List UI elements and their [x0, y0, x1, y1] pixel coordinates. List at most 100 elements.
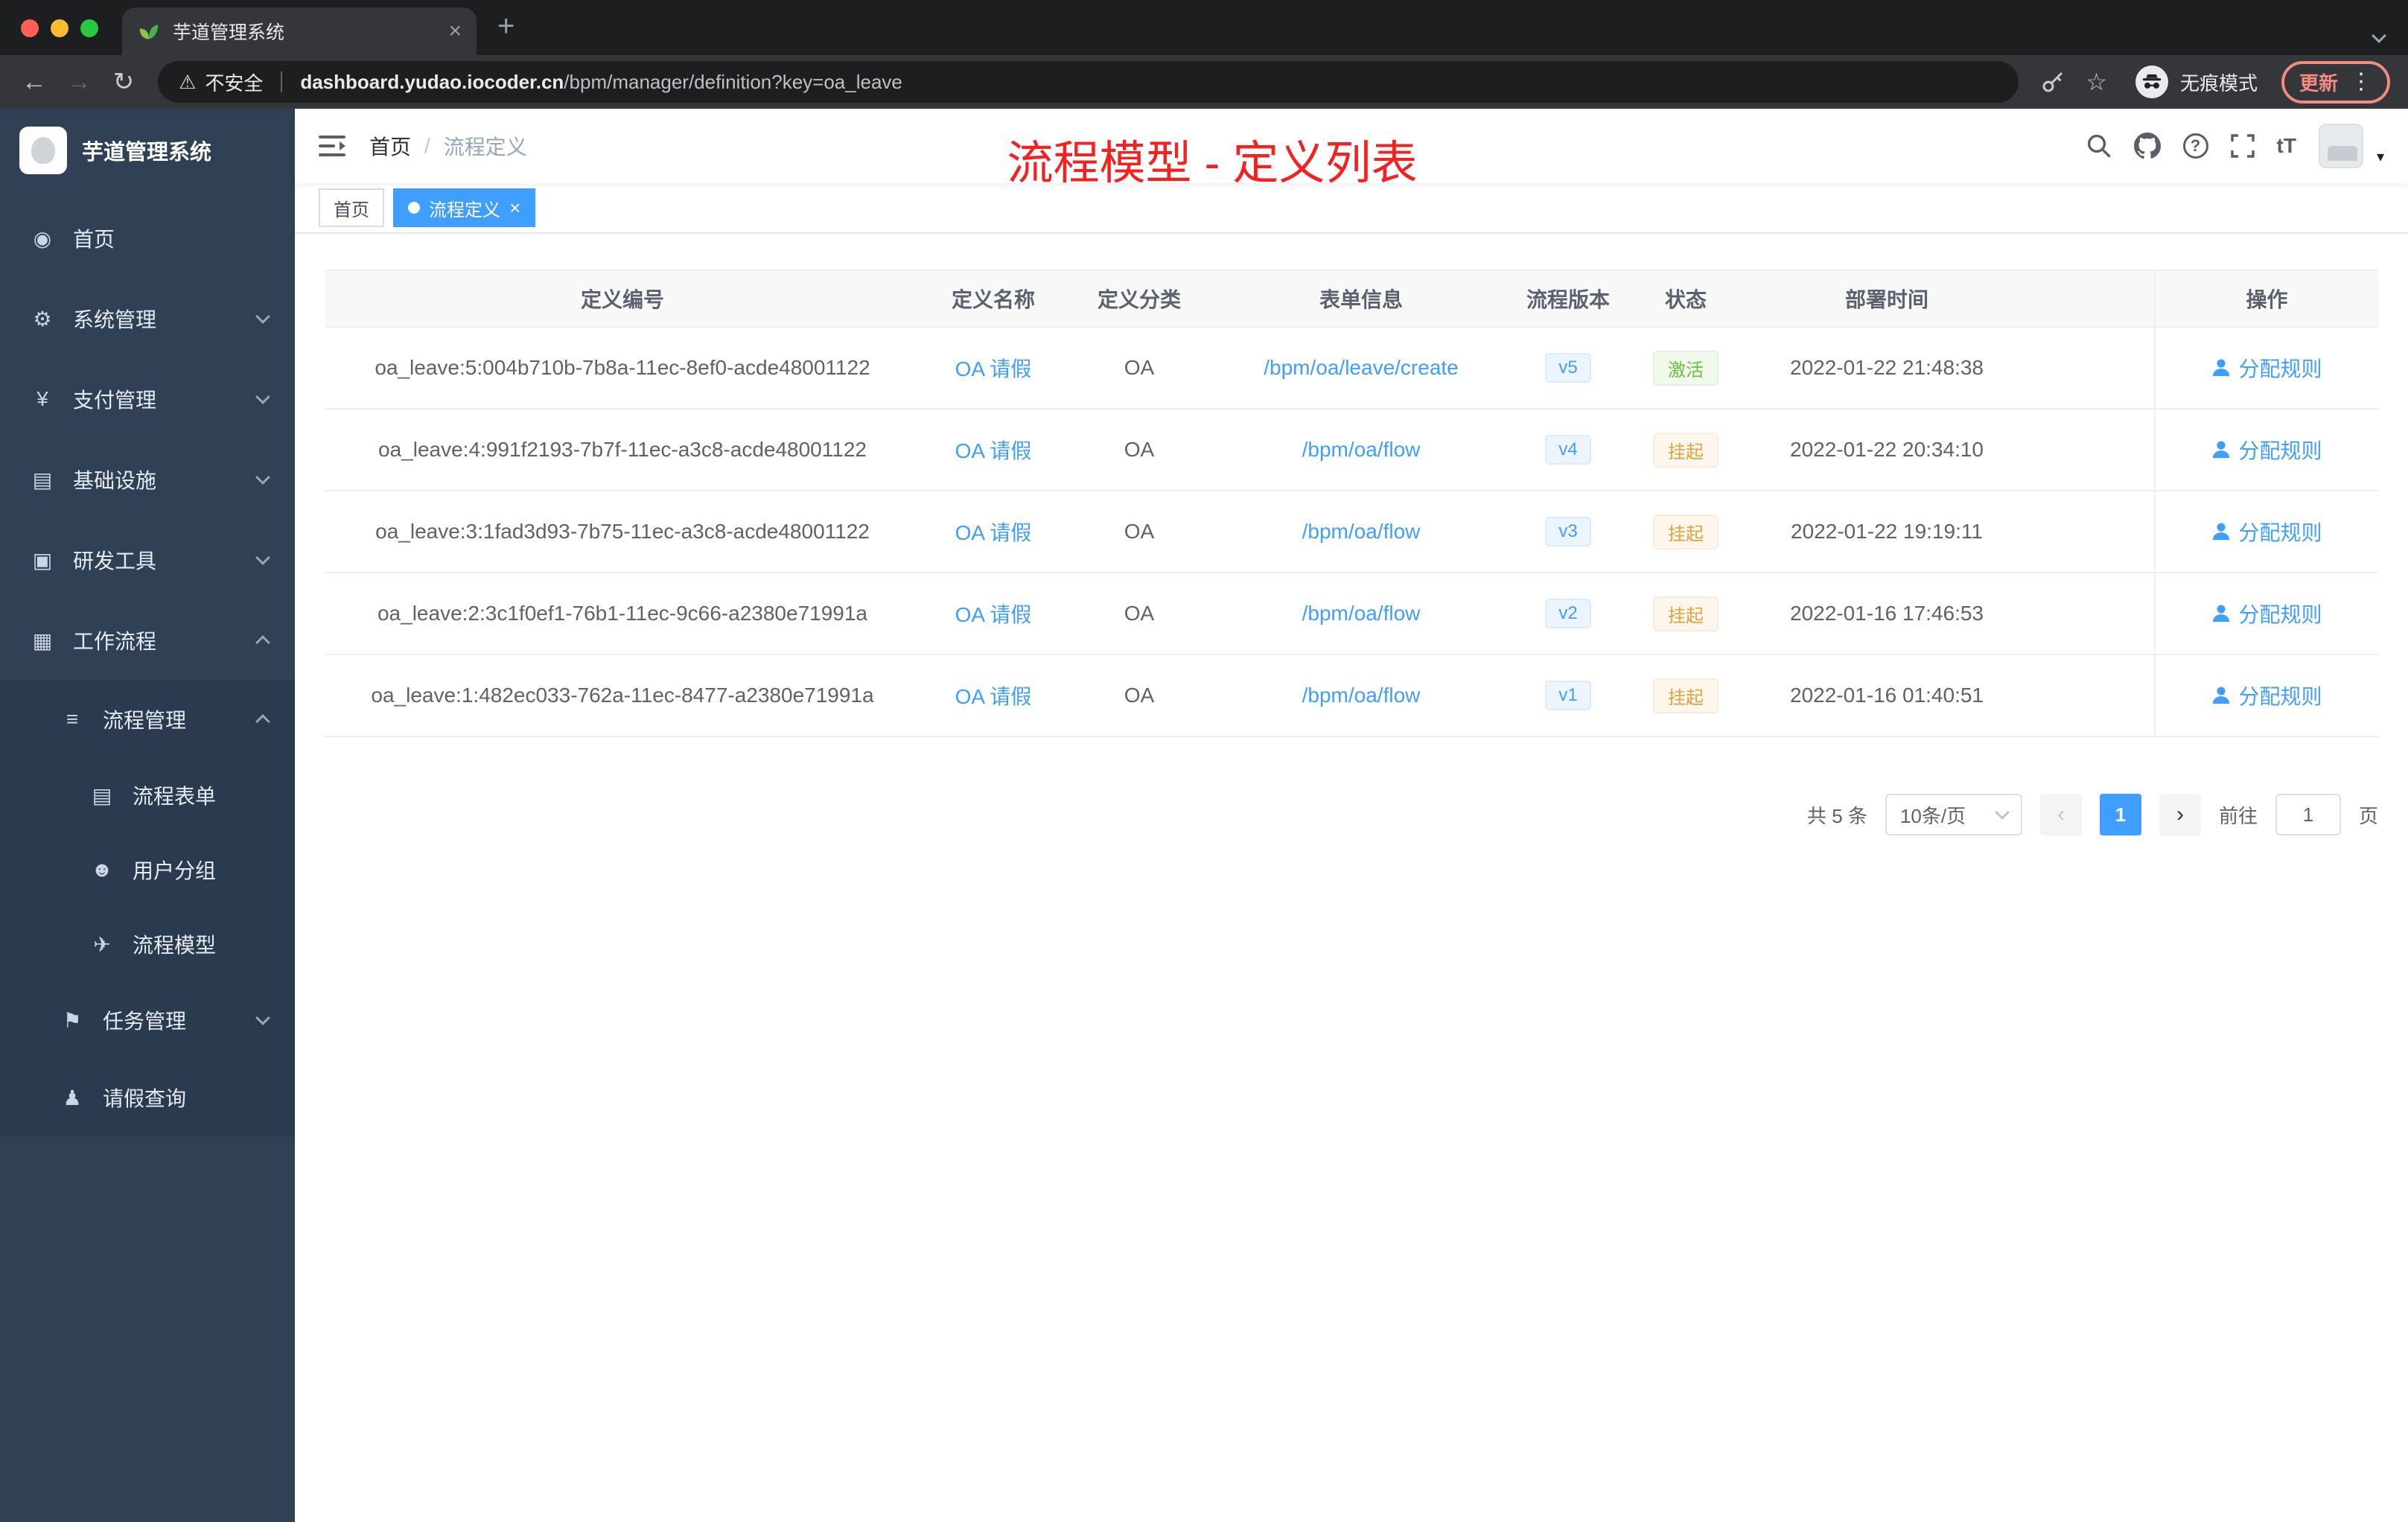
- tag-close-icon[interactable]: ×: [509, 198, 520, 217]
- definition-category-cell: OA: [1066, 573, 1212, 655]
- form-link[interactable]: /bpm/oa/leave/create: [1264, 356, 1459, 379]
- form-link[interactable]: /bpm/oa/flow: [1302, 438, 1421, 461]
- app-logo[interactable]: 芋道管理系统: [0, 109, 295, 192]
- user-icon: [2213, 687, 2230, 704]
- prev-page-button[interactable]: ‹: [2039, 794, 2082, 835]
- col-form-info: 表单信息: [1212, 270, 1510, 328]
- breadcrumb-current: 流程定义: [443, 136, 527, 159]
- chevron-icon: [255, 550, 270, 565]
- sidebar-menu: ◉ 首页 ⚙ 系统管理 ¥ 支付管理 ▤ 基础设施 ▣ 研发工具 ▦ 工作流程 …: [0, 192, 295, 1136]
- version-tag: v1: [1545, 681, 1591, 710]
- forward-icon[interactable]: →: [57, 61, 101, 103]
- definition-id-cell: oa_leave:1:482ec033-762a-11ec-8477-a2380…: [325, 655, 920, 737]
- definition-name-link[interactable]: OA 请假: [955, 603, 1032, 626]
- bookmark-star-icon[interactable]: ☆: [2086, 68, 2107, 96]
- browser-tab[interactable]: 芋道管理系统 ×: [122, 7, 477, 55]
- sidebar-item-process-form[interactable]: ▤ 流程表单: [0, 758, 295, 832]
- goto-label: 前往: [2218, 804, 2258, 827]
- chevron-icon: [255, 714, 270, 729]
- sidebar-item-system[interactable]: ⚙ 系统管理: [0, 278, 295, 359]
- sidebar-item-home[interactable]: ◉ 首页: [0, 198, 295, 278]
- current-page-button[interactable]: 1: [2099, 794, 2141, 835]
- status-badge: 挂起: [1653, 678, 1719, 713]
- deploy-time-cell: 2022-01-16 01:40:51: [1745, 655, 2028, 737]
- definition-name-link[interactable]: OA 请假: [955, 439, 1032, 462]
- sidebar-item-devtools[interactable]: ▣ 研发工具: [0, 520, 295, 600]
- address-bar[interactable]: ⚠ 不安全 dashboard.yudao.iocoder.cn/bpm/man…: [158, 61, 2019, 103]
- definition-id-cell: oa_leave:5:004b710b-7b8a-11ec-8ef0-acde4…: [325, 327, 920, 410]
- next-page-button[interactable]: ›: [2159, 794, 2201, 835]
- incognito-icon: [2135, 66, 2168, 98]
- sidebar-collapse-icon[interactable]: [319, 135, 345, 157]
- form-link[interactable]: /bpm/oa/flow: [1302, 602, 1421, 625]
- deploy-time-cell: 2022-01-22 21:48:38: [1745, 327, 2028, 410]
- definition-name-cell: OA 请假: [920, 655, 1066, 737]
- sidebar-item-leave-query[interactable]: ♟ 请假查询: [0, 1059, 295, 1136]
- github-icon[interactable]: [2133, 133, 2161, 159]
- reload-icon[interactable]: ↻: [101, 61, 146, 103]
- col-actions: 操作: [2154, 270, 2378, 328]
- sidebar-item-task-manage[interactable]: ⚑ 任务管理: [0, 981, 295, 1059]
- close-window-button[interactable]: [21, 19, 39, 37]
- back-icon[interactable]: ←: [12, 61, 57, 103]
- tag-home[interactable]: 首页: [319, 188, 384, 227]
- sidebar-item-process-model[interactable]: ✈ 流程模型: [0, 907, 295, 981]
- pagination-total: 共 5 条: [1807, 804, 1867, 827]
- goto-page-input[interactable]: [2275, 794, 2341, 835]
- sidebar-item-user-group[interactable]: ☻ 用户分组: [0, 832, 295, 907]
- assign-rule-link[interactable]: 分配规则: [2211, 599, 2322, 628]
- definition-name-link[interactable]: OA 请假: [955, 685, 1032, 708]
- leave-query-icon: ♟: [63, 1086, 82, 1109]
- zoom-window-button[interactable]: [80, 19, 98, 37]
- filler-cell: [2028, 491, 2155, 573]
- assign-rule-link[interactable]: 分配规则: [2211, 517, 2322, 547]
- assign-rule-link[interactable]: 分配规则: [2211, 435, 2322, 465]
- model-icon: ✈: [93, 932, 111, 956]
- definition-table: 定义编号 定义名称 定义分类 表单信息 流程版本 状态 部署时间 操作 oa_l…: [325, 270, 2378, 737]
- definition-name-link[interactable]: OA 请假: [955, 357, 1032, 380]
- breadcrumb-home[interactable]: 首页: [369, 131, 411, 161]
- help-icon[interactable]: ?: [2182, 133, 2208, 159]
- sidebar-item-workflow[interactable]: ▦ 工作流程: [0, 600, 295, 681]
- incognito-badge[interactable]: 无痕模式: [2135, 66, 2258, 98]
- browser-menu-kebab-icon[interactable]: ⋮: [2350, 71, 2372, 93]
- fullscreen-icon[interactable]: [2230, 134, 2255, 158]
- password-key-icon[interactable]: [2041, 70, 2065, 94]
- assign-rule-link[interactable]: 分配规则: [2211, 681, 2322, 710]
- page-size-select[interactable]: 10条/页: [1885, 794, 2022, 835]
- browser-update-button[interactable]: 更新 ⋮: [2281, 60, 2390, 104]
- payment-icon: ¥: [36, 387, 48, 410]
- form-link[interactable]: /bpm/oa/flow: [1302, 684, 1421, 707]
- sidebar-item-payment[interactable]: ¥ 支付管理: [0, 359, 295, 439]
- chevron-icon: [255, 635, 270, 650]
- tag-process-definition[interactable]: 流程定义 ×: [393, 188, 536, 227]
- table-header-row: 定义编号 定义名称 定义分类 表单信息 流程版本 状态 部署时间 操作: [325, 270, 2378, 328]
- assign-rule-link[interactable]: 分配规则: [2211, 353, 2322, 383]
- tab-close-icon[interactable]: ×: [448, 20, 462, 42]
- page-content: 定义编号 定义名称 定义分类 表单信息 流程版本 状态 部署时间 操作 oa_l…: [295, 234, 2408, 1522]
- user-icon: [2213, 359, 2230, 377]
- version-tag: v4: [1545, 435, 1591, 465]
- window-controls: [21, 19, 98, 37]
- new-tab-button[interactable]: +: [497, 10, 515, 43]
- workflow-icon: ▦: [32, 628, 53, 652]
- col-definition-category: 定义分类: [1066, 270, 1212, 328]
- chevron-icon: [255, 470, 270, 485]
- minimize-window-button[interactable]: [51, 19, 69, 37]
- browser-tab-strip: 芋道管理系统 × +: [0, 0, 2408, 55]
- avatar[interactable]: [2318, 124, 2363, 168]
- avatar-caret-down-icon[interactable]: ▾: [2377, 147, 2384, 166]
- process-version-cell: v4: [1510, 409, 1626, 491]
- definition-name-link[interactable]: OA 请假: [955, 521, 1032, 544]
- site-favicon-icon: [137, 19, 161, 43]
- sidebar-item-infrastructure[interactable]: ▤ 基础设施: [0, 439, 295, 520]
- status-cell: 挂起: [1626, 409, 1745, 491]
- tab-title: 芋道管理系统: [173, 22, 285, 43]
- breadcrumb-separator: /: [424, 134, 430, 157]
- not-secure-warning-icon: ⚠: [179, 70, 197, 93]
- form-link[interactable]: /bpm/oa/flow: [1302, 520, 1421, 543]
- font-size-icon[interactable]: tT: [2277, 134, 2296, 158]
- tab-search-chevron-icon[interactable]: [2372, 19, 2386, 47]
- search-icon[interactable]: [2086, 133, 2112, 159]
- sidebar-item-process-manage[interactable]: ≡ 流程管理: [0, 681, 295, 758]
